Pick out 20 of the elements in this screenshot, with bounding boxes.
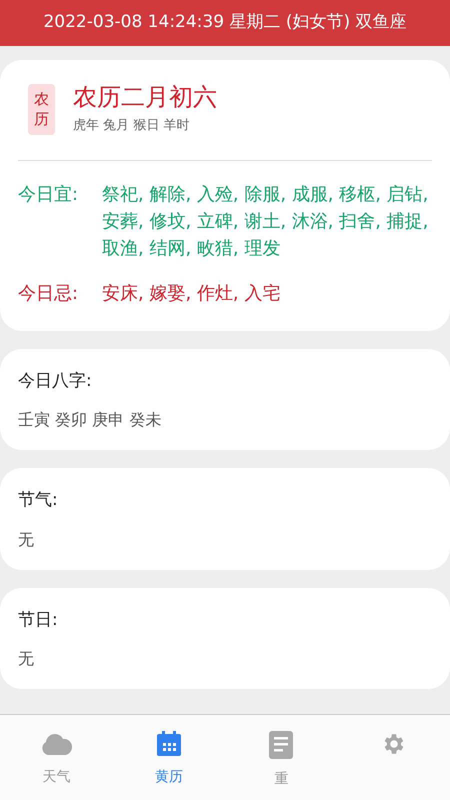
- lunar-badge: 农历: [28, 84, 55, 134]
- nav-tab[interactable]: 重: [225, 715, 338, 800]
- document-icon: [269, 731, 294, 759]
- ganzhi-text: 虎年 兔月 猴日 羊时: [73, 117, 190, 135]
- nav-tab[interactable]: 黄历: [112, 715, 225, 800]
- date-time-text: 2022-03-08 14:24:39 星期二 (妇女节) 双鱼座: [43, 11, 407, 34]
- section-value: 无: [18, 648, 35, 670]
- advice-text: 祭祀, 解除, 入殓, 除服, 成服, 移柩, 启钻, 安葬, 修坟, 立碑, 谢土, 沐浴, 扫舍, 捕捉, 取渔, 结网, 畋猎, 理发: [102, 182, 430, 260]
- advice-label: 今日忌:: [18, 282, 80, 306]
- nav-tab[interactable]: 天气: [0, 715, 112, 800]
- calendar-icon: [156, 731, 182, 757]
- section-title: 节日:: [18, 608, 59, 632]
- section-value: 壬寅 癸卯 庚申 癸未: [18, 409, 162, 431]
- advice-label: 今日宜:: [18, 182, 80, 206]
- cloud-icon: [40, 731, 72, 757]
- section-title: 节气:: [18, 489, 59, 512]
- advice-text: 安床, 嫁娶, 作灶, 入宅: [102, 282, 280, 306]
- section-title: 今日八字:: [18, 370, 93, 392]
- section-value: 无: [18, 528, 35, 550]
- lunar-date: 农历二月初六: [73, 82, 217, 112]
